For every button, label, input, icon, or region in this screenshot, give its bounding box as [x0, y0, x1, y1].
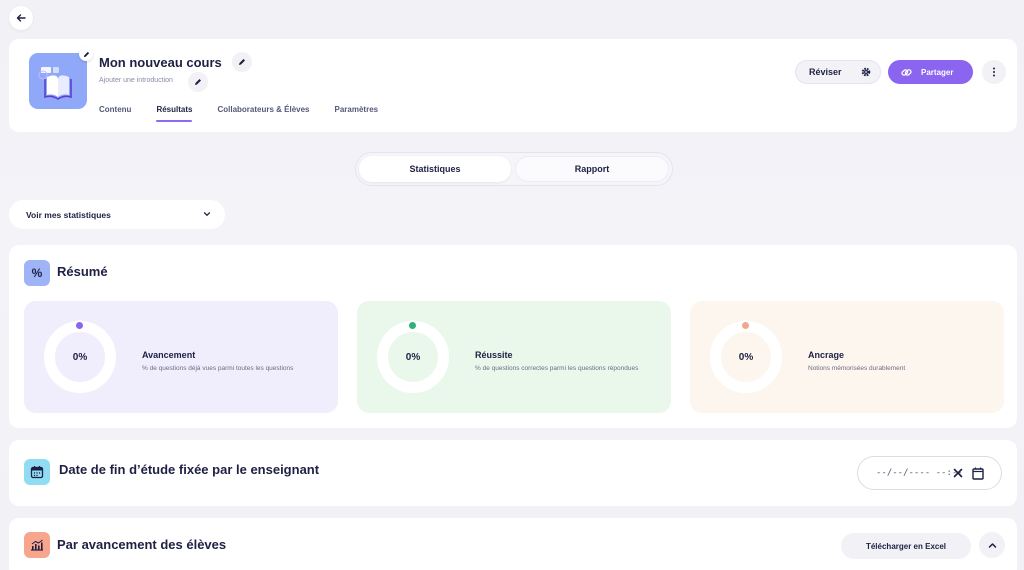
tab-statistiques[interactable]: Statistiques: [359, 156, 511, 182]
deadline-section: Date de fin d’étude fixée par le enseign…: [9, 440, 1017, 506]
course-thumbnail[interactable]: [29, 47, 93, 109]
chevron-up-icon: [988, 542, 996, 548]
deadline-title: Date de fin d’étude fixée par le enseign…: [59, 462, 320, 477]
tab-resultats[interactable]: Résultats: [156, 105, 193, 122]
reussite-donut: 0%: [377, 321, 449, 393]
ancrage-donut: 0%: [710, 321, 782, 393]
summary-section: % Résumé 0% Avancement % de questions dé…: [9, 245, 1017, 428]
percent-icon: %: [24, 260, 50, 286]
metric-card-reussite: 0% Réussite % de questions correctes par…: [357, 301, 671, 413]
percent-icon-glyph: %: [31, 266, 43, 280]
course-tabs: Contenu Résultats Collaborateurs & Élève…: [99, 105, 403, 122]
tab-parametres[interactable]: Paramètres: [335, 105, 379, 122]
edit-title-button[interactable]: [232, 52, 252, 72]
avancement-description: % de questions déjà vues parmi toutes le…: [142, 365, 294, 372]
calendar-icon: [24, 459, 50, 485]
ancrage-description: Notions mémorisées durablement: [808, 365, 906, 372]
more-vertical-icon: [993, 67, 995, 77]
course-header: Mon nouveau cours Ajouter une introducti…: [9, 39, 1017, 132]
book-icon: [38, 67, 72, 100]
chart-icon: [24, 532, 50, 558]
avancement-value: 0%: [72, 351, 88, 363]
thumbnail-edit-button[interactable]: [79, 47, 93, 61]
stats-dropdown[interactable]: Voir mes statistiques: [9, 200, 225, 229]
calendar-picker-icon[interactable]: [972, 467, 984, 480]
course-title: Mon nouveau cours: [99, 55, 222, 70]
avancement-donut: 0%: [44, 321, 116, 393]
back-button[interactable]: [9, 6, 33, 30]
ancrage-indicator: [740, 320, 751, 331]
ancrage-value: 0%: [738, 351, 754, 363]
reussite-value: 0%: [405, 351, 421, 363]
pencil-icon: [83, 51, 89, 57]
view-switch: Statistiques Rapport: [355, 152, 673, 186]
download-excel-button[interactable]: Télécharger en Excel: [841, 533, 971, 559]
share-button[interactable]: Partager: [888, 60, 973, 84]
reussite-indicator: [407, 320, 418, 331]
chart-glyph: [31, 539, 43, 551]
tab-collaborateurs[interactable]: Collaborateurs & Élèves: [217, 105, 309, 122]
pencil-icon: [239, 59, 245, 65]
tab-contenu[interactable]: Contenu: [99, 105, 131, 122]
clear-icon[interactable]: [952, 467, 964, 479]
reviser-label: Réviser: [809, 67, 842, 77]
chevron-down-icon: [203, 212, 211, 216]
metric-card-ancrage: 0% Ancrage Notions mémorisées durablemen…: [690, 301, 1004, 413]
reussite-title: Réussite: [475, 350, 513, 360]
student-progress-section: Par avancement des élèves Télécharger en…: [9, 518, 1017, 570]
ancrage-title: Ancrage: [808, 350, 845, 360]
progress-title: Par avancement des élèves: [57, 537, 227, 552]
intro-placeholder[interactable]: Ajouter une introduction: [99, 77, 173, 84]
link-icon: [901, 68, 912, 76]
pencil-icon: [195, 79, 201, 85]
share-label: Partager: [921, 67, 954, 77]
arrow-left-icon: [16, 14, 26, 22]
calendar-glyph: [30, 466, 44, 479]
avancement-title: Avancement: [142, 350, 196, 360]
more-options-button[interactable]: [982, 60, 1006, 84]
gear-icon[interactable]: [860, 66, 872, 78]
deadline-date-value: --/--/---- --:--: [876, 468, 963, 478]
collapse-button[interactable]: [979, 532, 1005, 558]
tab-rapport[interactable]: Rapport: [515, 156, 669, 182]
reussite-description: % de questions correctes parmi les quest…: [475, 365, 639, 372]
deadline-date-input[interactable]: --/--/---- --:--: [857, 456, 1002, 490]
summary-title: Résumé: [57, 264, 108, 279]
avancement-indicator: [74, 320, 85, 331]
edit-intro-button[interactable]: [188, 72, 208, 92]
metric-card-avancement: 0% Avancement % de questions déjà vues p…: [24, 301, 338, 413]
reviser-button[interactable]: Réviser: [795, 60, 881, 84]
stats-dropdown-value: Voir mes statistiques: [26, 209, 111, 220]
